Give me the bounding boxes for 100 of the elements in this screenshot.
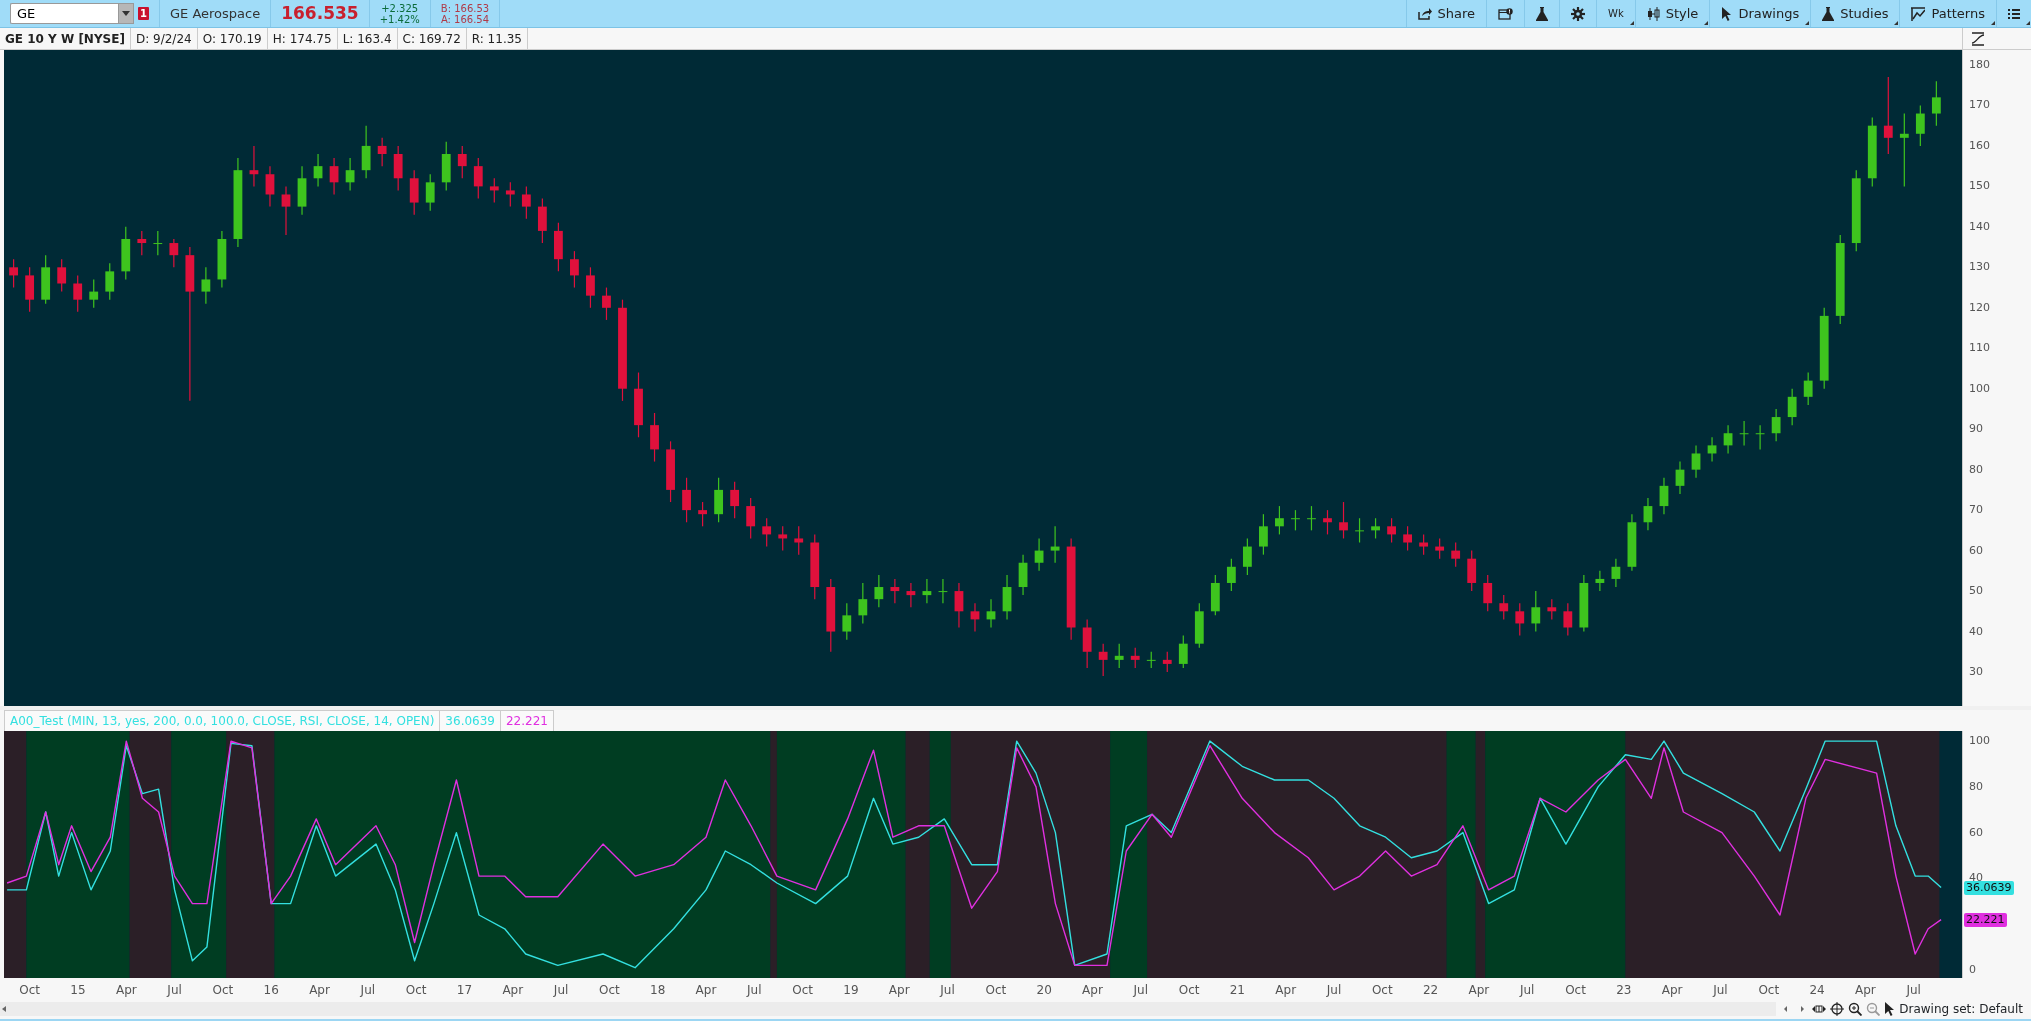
chart-symbol-label: GE 10 Y W [NYSE] bbox=[0, 28, 131, 49]
axis-tick-label: Jul bbox=[940, 982, 955, 999]
axis-tick-label: Apr bbox=[1275, 982, 1297, 999]
axis-tick-label: 0 bbox=[1969, 961, 1976, 978]
ohlc-value: L: 163.4 bbox=[337, 28, 398, 49]
axis-tick-label: Apr bbox=[695, 982, 717, 999]
pan-icon[interactable] bbox=[1812, 1002, 1827, 1015]
zoom-in-icon[interactable] bbox=[1848, 1001, 1863, 1016]
candle bbox=[521, 185, 531, 220]
candle bbox=[1146, 651, 1156, 669]
candle bbox=[153, 230, 163, 256]
bid-ask-price: A: 166.54 bbox=[440, 13, 490, 25]
candle bbox=[249, 145, 259, 187]
candle bbox=[425, 173, 435, 212]
axis-tick-label: Apr bbox=[115, 982, 137, 999]
axis-tick-label: 80 bbox=[1969, 461, 1983, 478]
axis-tick-label: Apr bbox=[1855, 982, 1876, 999]
candle bbox=[1931, 80, 1941, 127]
candle bbox=[682, 477, 691, 523]
ohlc-value: D: 9/2/24 bbox=[130, 28, 198, 49]
dropdown-button[interactable] bbox=[118, 3, 134, 24]
candle bbox=[1755, 424, 1765, 451]
cursor-icon bbox=[1721, 6, 1733, 21]
axis-tick-label: 170 bbox=[1969, 97, 1990, 114]
candle bbox=[281, 185, 291, 236]
ohlc-value: H: 174.75 bbox=[267, 28, 338, 49]
pattern-icon bbox=[1911, 6, 1926, 21]
candle bbox=[137, 230, 147, 256]
candle bbox=[1675, 460, 1685, 495]
candle bbox=[9, 258, 18, 289]
axis-tick-label: Jul bbox=[1520, 982, 1535, 999]
candle bbox=[1259, 513, 1268, 556]
candle bbox=[1515, 602, 1525, 637]
candle bbox=[810, 533, 820, 600]
axis-tick-label: Apr bbox=[502, 982, 524, 999]
candle bbox=[1018, 554, 1028, 596]
axis-tick-label: Apr bbox=[1468, 982, 1490, 999]
value-label: 22.221 bbox=[1964, 912, 2007, 927]
drawing-set-label[interactable]: Drawing set: Default bbox=[1899, 999, 2031, 1018]
candle bbox=[1210, 574, 1220, 616]
scale-icon[interactable] bbox=[1971, 31, 1985, 46]
axis-tick-label: Oct bbox=[1565, 982, 1586, 999]
toolbar-button[interactable]: Share bbox=[1405, 0, 1487, 27]
candle bbox=[842, 602, 852, 641]
axis-tick-label: Jul bbox=[1133, 982, 1148, 999]
axis-tick-label: Oct bbox=[405, 982, 427, 999]
axis-tick-label: Jul bbox=[747, 982, 762, 999]
axis-tick-label: Oct bbox=[985, 982, 1007, 999]
company-name: GE Aerospace bbox=[169, 4, 261, 23]
candle bbox=[1643, 497, 1653, 531]
candle bbox=[1739, 420, 1749, 446]
study-value: 36.0639 bbox=[440, 709, 501, 732]
candle bbox=[1178, 635, 1188, 669]
study-value: 22.221 bbox=[501, 709, 554, 732]
candle bbox=[1467, 550, 1477, 592]
calendar-alert-icon bbox=[1498, 7, 1514, 20]
axis-tick-label: 24 bbox=[1809, 982, 1825, 999]
axis-tick-label: Jul bbox=[1326, 982, 1342, 999]
axis-tick-label: Jul bbox=[553, 982, 569, 999]
candlestick-icon bbox=[1646, 6, 1660, 21]
flask-icon bbox=[1822, 6, 1835, 21]
axis-tick-label: 22 bbox=[1422, 982, 1439, 999]
scrollbar[interactable] bbox=[0, 1001, 1777, 1016]
axis-tick-label: 16 bbox=[263, 982, 279, 999]
candle bbox=[201, 266, 211, 305]
candle bbox=[25, 266, 35, 313]
alert-count[interactable]: 1 bbox=[138, 7, 149, 20]
caret-icon bbox=[122, 11, 130, 16]
axis-tick-label: Apr bbox=[888, 982, 910, 999]
scroll-left-icon[interactable] bbox=[0, 1004, 8, 1013]
candle bbox=[41, 254, 51, 305]
cursor-icon[interactable] bbox=[1884, 1001, 1896, 1016]
settings-icon bbox=[1571, 6, 1586, 21]
axis-tick-label: Oct bbox=[792, 982, 813, 999]
candle bbox=[1162, 651, 1172, 673]
candle bbox=[1339, 501, 1348, 540]
value-label: 36.0639 bbox=[1964, 880, 2014, 895]
candle bbox=[1579, 574, 1589, 633]
candle bbox=[1451, 541, 1461, 568]
axis-tick-label: 120 bbox=[1969, 299, 1990, 316]
candle bbox=[1194, 602, 1204, 649]
candle bbox=[1547, 598, 1557, 620]
axis-tick-label: 17 bbox=[456, 982, 473, 999]
candle bbox=[57, 258, 67, 293]
candle bbox=[1050, 525, 1060, 564]
candle bbox=[890, 578, 900, 604]
study-title: A00_Test (MIN, 13, yes, 200, 0.0, 100.0, CLOSE, RSI, CLOSE, 14, OPEN) bbox=[4, 709, 441, 732]
candle bbox=[906, 582, 916, 608]
flask-icon bbox=[1536, 6, 1549, 21]
candle bbox=[265, 165, 275, 208]
axis-tick-label: 21 bbox=[1229, 982, 1245, 999]
candle bbox=[1355, 517, 1364, 544]
crosshair-icon[interactable] bbox=[1830, 1001, 1845, 1016]
candle bbox=[1691, 444, 1701, 479]
axis-tick-label: 90 bbox=[1969, 420, 1983, 437]
price-change: +1.42% bbox=[379, 13, 420, 25]
candle bbox=[1707, 436, 1717, 463]
symbol-field[interactable]: GE bbox=[10, 3, 118, 24]
axis-tick-label: 110 bbox=[1969, 340, 1990, 356]
candle bbox=[1435, 537, 1445, 560]
